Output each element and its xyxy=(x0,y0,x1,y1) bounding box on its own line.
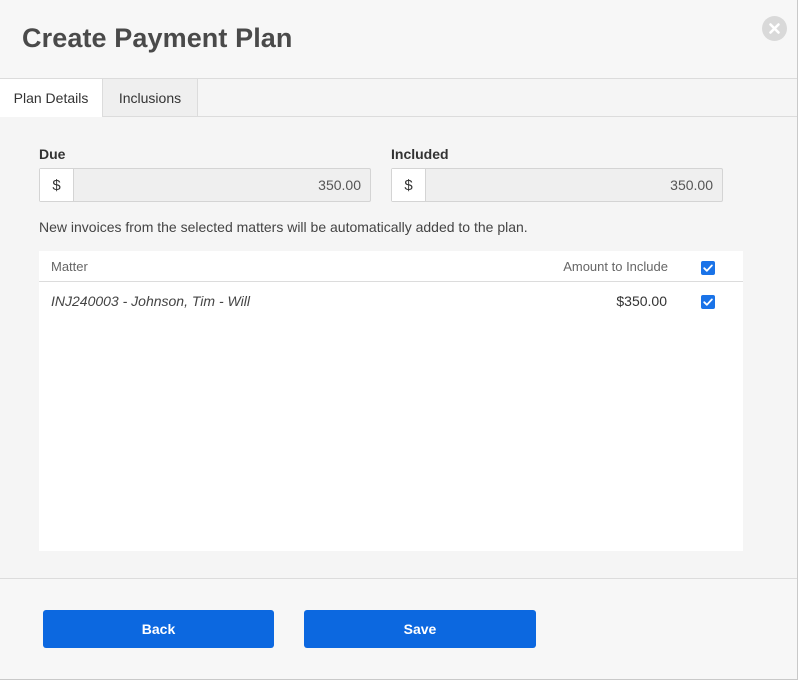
table-header: Matter Amount to Include xyxy=(39,251,743,282)
tab-plan-details[interactable]: Plan Details xyxy=(0,79,103,117)
included-field[interactable]: $ 350.00 xyxy=(391,168,723,202)
back-button[interactable]: Back xyxy=(43,610,274,648)
auto-add-note: New invoices from the selected matters w… xyxy=(39,219,528,235)
included-label: Included xyxy=(391,146,449,162)
column-header-matter: Matter xyxy=(51,259,88,274)
tab-bar: Plan Details Inclusions xyxy=(0,79,797,117)
due-currency-addon: $ xyxy=(40,169,74,201)
close-icon xyxy=(769,23,780,34)
column-header-amount: Amount to Include xyxy=(563,259,668,274)
due-label: Due xyxy=(39,146,66,162)
dialog-footer: Back Save xyxy=(0,578,797,679)
checkmark-icon xyxy=(703,264,713,272)
matter-name: INJ240003 - Johnson, Tim - Will xyxy=(51,293,250,309)
save-button[interactable]: Save xyxy=(304,610,536,648)
dialog-title: Create Payment Plan xyxy=(22,23,293,53)
select-all-checkbox[interactable] xyxy=(701,261,715,275)
checkmark-icon xyxy=(703,298,713,306)
close-button[interactable] xyxy=(762,16,787,41)
due-amount-value: 350.00 xyxy=(318,177,361,193)
matters-table: Matter Amount to Include INJ240003 - Joh… xyxy=(39,251,743,551)
included-amount-value: 350.00 xyxy=(670,177,713,193)
tab-divider xyxy=(198,116,797,117)
create-payment-plan-dialog: Create Payment Plan Plan Details Inclusi… xyxy=(0,0,798,680)
dialog-header: Create Payment Plan xyxy=(0,0,797,79)
due-field[interactable]: $ 350.00 xyxy=(39,168,371,202)
row-include-checkbox[interactable] xyxy=(701,295,715,309)
table-row: INJ240003 - Johnson, Tim - Will $350.00 xyxy=(39,283,743,319)
included-currency-addon: $ xyxy=(392,169,426,201)
tab-inclusions[interactable]: Inclusions xyxy=(103,79,198,117)
amount-to-include: $350.00 xyxy=(616,293,667,309)
